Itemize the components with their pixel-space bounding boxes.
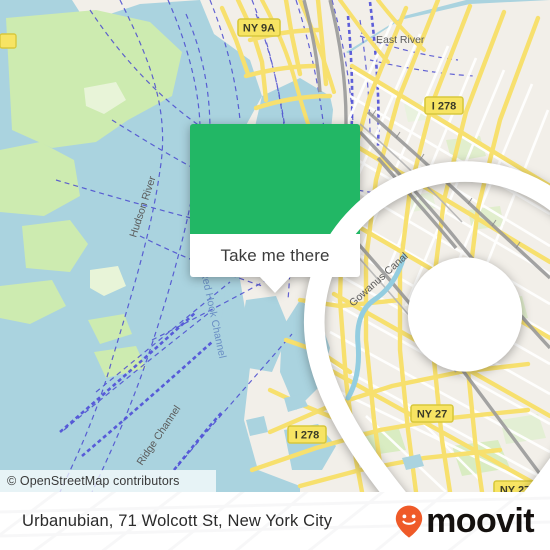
- footer-bar: Urbanubian, 71 Wolcott St, New York City…: [0, 492, 550, 550]
- map-canvas[interactable]: Hudson River East River Red Hook Channel…: [0, 0, 550, 492]
- moovit-logo[interactable]: moovit: [395, 492, 535, 550]
- map-label-east-river: East River: [376, 34, 425, 46]
- location-address-text: Urbanubian, 71 Wolcott St, New York City: [22, 511, 333, 530]
- moovit-pin-icon: [395, 505, 423, 538]
- svg-text:I 278: I 278: [432, 101, 456, 113]
- road-shield-i278-top: I 278: [424, 96, 464, 115]
- popup-action-row[interactable]: Take me there: [190, 234, 360, 293]
- osm-attribution-text: © OpenStreetMap contributors: [7, 474, 180, 488]
- moovit-wordmark: moovit: [426, 502, 534, 540]
- take-me-there-label: Take me there: [220, 245, 330, 265]
- road-shield-ny9a: NY 9A: [237, 18, 281, 37]
- location-address: Urbanubian, 71 Wolcott St, New York City: [22, 492, 332, 550]
- popup-pointer: [259, 276, 291, 293]
- popup-header: [190, 124, 550, 492]
- take-me-there-popup[interactable]: Take me there: [190, 124, 550, 492]
- osm-attribution[interactable]: © OpenStreetMap contributors: [0, 470, 216, 492]
- location-pin-icon: [303, 161, 550, 492]
- moovit-location-share-card: Hudson River East River Red Hook Channel…: [0, 0, 550, 550]
- svg-text:NY 9A: NY 9A: [243, 23, 275, 35]
- road-shield-edge-left: [0, 33, 17, 49]
